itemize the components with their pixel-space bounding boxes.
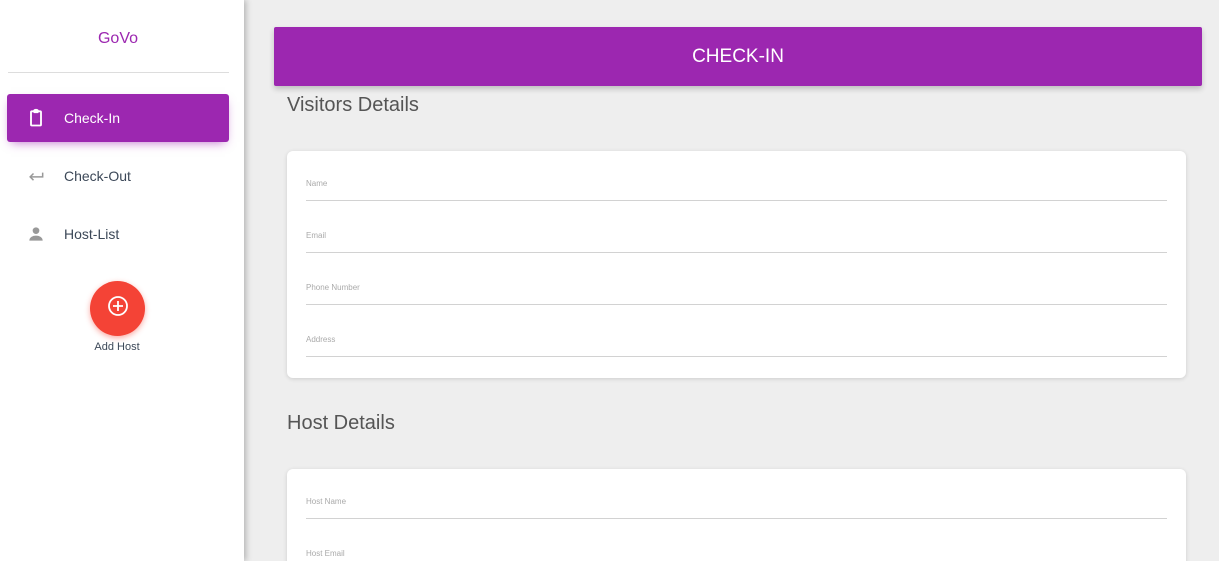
visitors-details-heading: Visitors Details — [287, 94, 419, 116]
host-details-heading: Host Details — [287, 412, 395, 434]
add-circle-icon — [106, 294, 130, 323]
visitor-name-label: Name — [306, 179, 328, 188]
sidebar-item-check-out[interactable]: Check-Out — [7, 152, 229, 200]
visitor-name-field[interactable]: Name — [306, 175, 1167, 201]
brand-divider — [8, 72, 229, 73]
page-header: CHECK-IN — [274, 27, 1202, 86]
clipboard-icon — [24, 106, 48, 130]
host-name-label: Host Name — [306, 497, 347, 506]
visitor-email-label: Email — [306, 231, 327, 240]
brand-title[interactable]: GoVo — [0, 30, 236, 48]
sidebar-item-host-list[interactable]: Host-List — [7, 210, 229, 258]
sidebar-item-label: Host-List — [64, 226, 120, 242]
sidebar-item-label: Check-Out — [64, 168, 131, 184]
host-name-field[interactable]: Host Name — [306, 493, 1167, 519]
visitor-address-label: Address — [306, 335, 336, 344]
sidebar: GoVo Check-In Check-Out Host-List Add Ho… — [0, 0, 244, 561]
visitor-phone-label: Phone Number — [306, 283, 360, 292]
arrow-left-return-icon — [24, 164, 48, 188]
host-email-field[interactable]: Host Email — [306, 545, 1167, 561]
visitor-address-field[interactable]: Address — [306, 331, 1167, 357]
person-icon — [24, 222, 48, 246]
page-title: CHECK-IN — [692, 46, 784, 67]
add-host-label: Add Host — [94, 341, 140, 353]
add-host-button[interactable] — [90, 281, 145, 336]
host-details-card: Host Name Host Email — [287, 469, 1186, 561]
sidebar-item-check-in[interactable]: Check-In — [7, 94, 229, 142]
visitors-details-card: Name Email Phone Number Address — [287, 151, 1186, 378]
visitor-phone-field[interactable]: Phone Number — [306, 279, 1167, 305]
visitor-email-field[interactable]: Email — [306, 227, 1167, 253]
sidebar-item-label: Check-In — [64, 110, 121, 126]
host-email-label: Host Email — [306, 549, 345, 558]
